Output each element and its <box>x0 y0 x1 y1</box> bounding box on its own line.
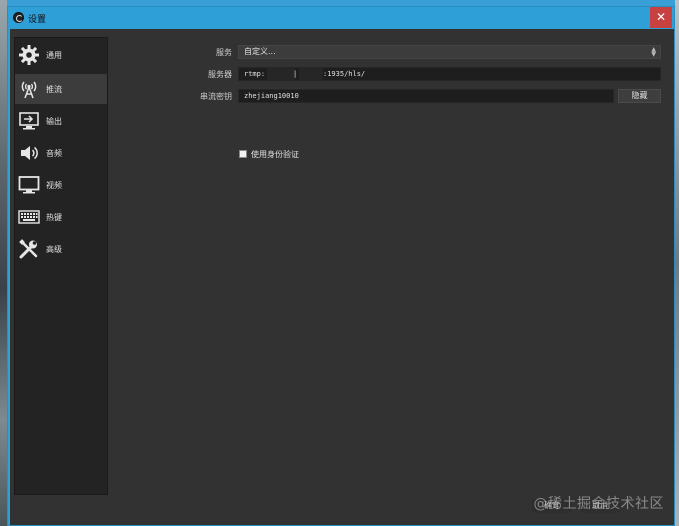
sidebar-item-label: 输出 <box>46 116 62 126</box>
stream-key-label: 串流密钥 <box>200 92 232 101</box>
chevron-updown-icon: ▲ ▼ <box>651 46 656 58</box>
sidebar-item-general[interactable]: 通用 <box>15 40 107 70</box>
server-label: 服务器 <box>208 70 232 79</box>
close-button[interactable]: ✕ <box>650 7 672 28</box>
keyboard-icon <box>18 206 40 228</box>
settings-sidebar: 通用 推流 输出 音频 视频 热键 高级 <box>14 37 108 495</box>
server-input[interactable]: rtmp: | :1935/hls/ <box>238 67 661 81</box>
sidebar-item-label: 高级 <box>46 244 62 254</box>
sidebar-item-advanced[interactable]: 高级 <box>15 234 107 264</box>
service-select[interactable]: 自定义... ▲ ▼ <box>238 45 661 59</box>
watermark: @稀土掘金技术社区 <box>533 496 664 512</box>
output-monitor-icon <box>18 110 40 132</box>
obs-logo-icon <box>13 12 24 23</box>
display-icon <box>18 174 40 196</box>
sidebar-item-video[interactable]: 视频 <box>15 170 107 200</box>
broadcast-antenna-icon <box>18 78 40 100</box>
sidebar-item-audio[interactable]: 音频 <box>15 138 107 168</box>
redacted-block <box>267 68 295 80</box>
sidebar-item-hotkeys[interactable]: 热键 <box>15 202 107 232</box>
server-input-suffix: :1935/hls/ <box>323 70 366 78</box>
sidebar-item-label: 视频 <box>46 180 62 190</box>
service-select-value: 自定义... <box>244 47 276 56</box>
sidebar-item-output[interactable]: 输出 <box>15 106 107 136</box>
hide-key-button[interactable]: 隐藏 <box>618 89 661 103</box>
sidebar-item-label: 热键 <box>46 212 62 222</box>
desktop-background-right <box>675 0 679 526</box>
desktop-background-left <box>0 0 7 526</box>
server-input-separator: | <box>293 70 298 78</box>
gear-icon <box>18 44 40 66</box>
sidebar-item-stream[interactable]: 推流 <box>15 74 107 104</box>
window-title: 设置 <box>28 15 47 25</box>
settings-window: 设置 ✕ 通用 推流 输出 音频 视频 热键 高级 服务 自定义... ▲ ▼ … <box>7 6 675 526</box>
tools-icon <box>18 238 40 260</box>
stream-key-input[interactable]: zhejiang10010 <box>238 89 614 103</box>
title-bar[interactable]: 设置 ✕ <box>8 7 674 29</box>
sidebar-item-label: 通用 <box>46 50 62 60</box>
sidebar-item-label: 推流 <box>46 84 62 94</box>
settings-content: 通用 推流 输出 音频 视频 热键 高级 服务 自定义... ▲ ▼ 服务器 r… <box>10 29 674 525</box>
use-auth-checkbox[interactable] <box>239 150 247 158</box>
sidebar-item-label: 音频 <box>46 148 62 158</box>
speaker-icon <box>18 142 40 164</box>
service-label: 服务 <box>216 48 232 57</box>
redacted-block <box>299 68 323 80</box>
use-auth-label: 使用身份验证 <box>251 150 299 159</box>
server-input-prefix: rtmp: <box>244 70 266 78</box>
